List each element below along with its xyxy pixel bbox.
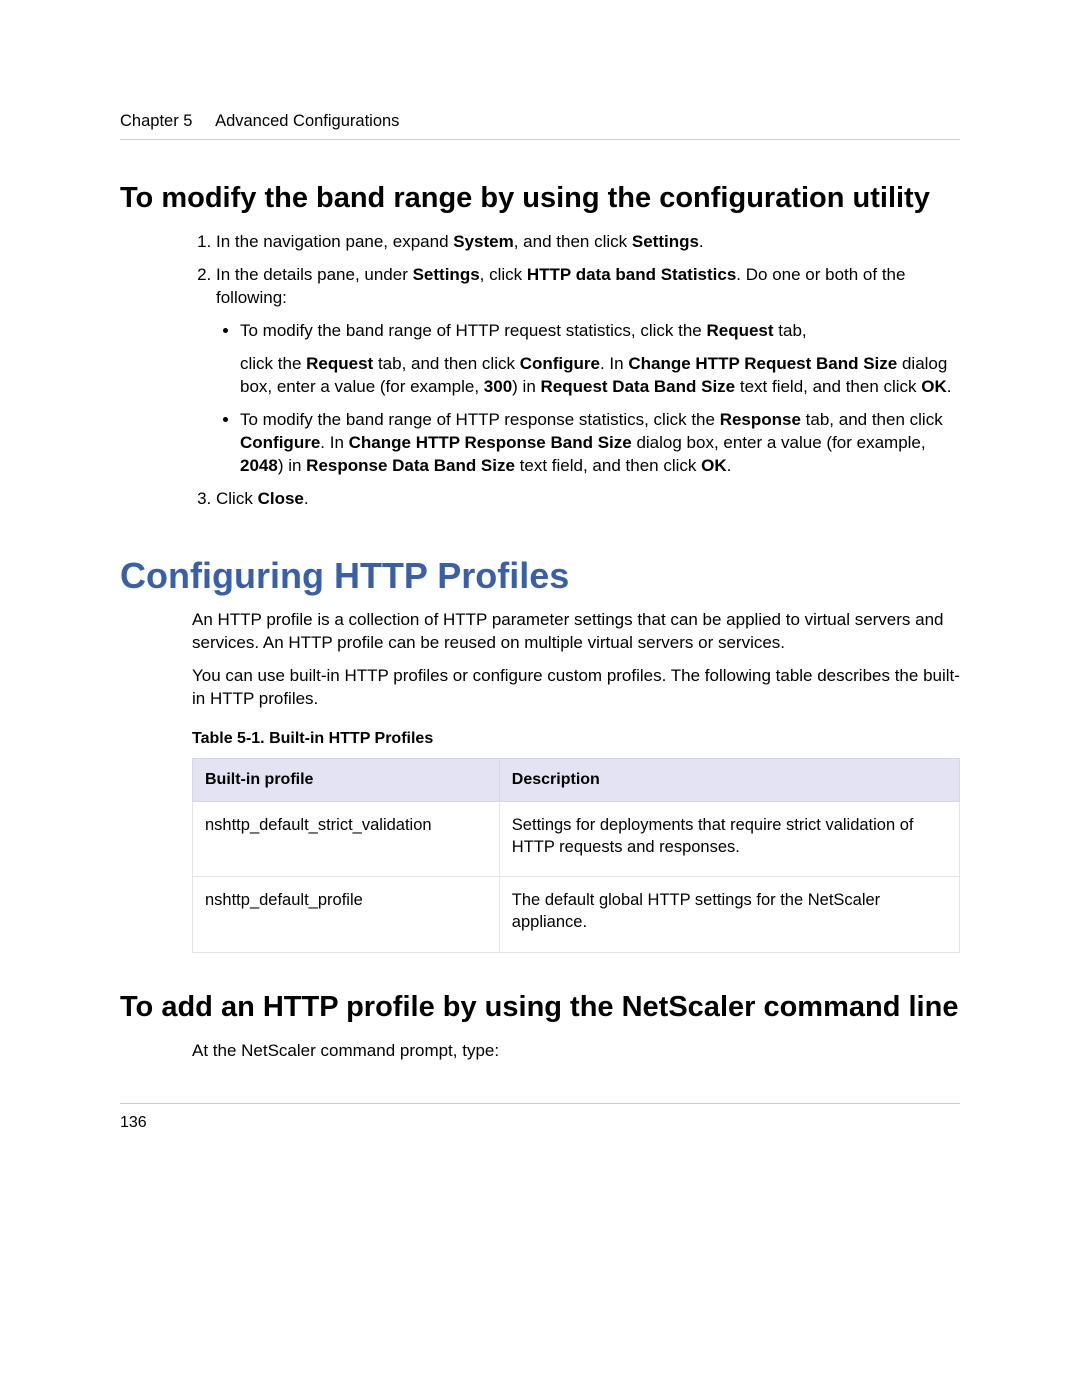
bold-request: Request xyxy=(706,321,773,340)
cell-description: The default global HTTP settings for the… xyxy=(499,877,959,953)
paragraph: You can use built-in HTTP profiles or co… xyxy=(192,665,960,711)
text: . xyxy=(947,377,952,396)
text: tab, xyxy=(774,321,807,340)
document-page: Chapter 5 Advanced Configurations To mod… xyxy=(0,0,1080,1172)
bold-http-data-band: HTTP data band Statistics xyxy=(527,265,736,284)
step-1: In the navigation pane, expand System, a… xyxy=(216,231,960,254)
chapter-title: Advanced Configurations xyxy=(215,112,399,130)
bullet-request: To modify the band range of HTTP request… xyxy=(240,320,960,399)
table-row: nshttp_default_profile The default globa… xyxy=(193,877,960,953)
bold-system: System xyxy=(453,232,513,251)
section2-body: At the NetScaler command prompt, type: xyxy=(192,1040,960,1063)
text: click the xyxy=(240,354,306,373)
text: . In xyxy=(320,433,348,452)
text: dialog box, enter a value (for example, xyxy=(632,433,926,452)
text: . xyxy=(304,489,309,508)
col-description: Description xyxy=(499,759,959,802)
bold-configure: Configure xyxy=(520,354,600,373)
bold-ok: OK xyxy=(921,377,947,396)
builtin-profiles-table: Built-in profile Description nshttp_defa… xyxy=(192,758,960,953)
topic-body: An HTTP profile is a collection of HTTP … xyxy=(192,609,960,953)
chapter-label: Chapter 5 xyxy=(120,112,192,130)
text: , and then click xyxy=(514,232,632,251)
step-2: In the details pane, under Settings, cli… xyxy=(216,264,960,478)
bullet-request-detail: click the Request tab, and then click Co… xyxy=(240,353,960,399)
text: In the navigation pane, expand xyxy=(216,232,453,251)
section-heading-modify-band-range: To modify the band range by using the co… xyxy=(120,182,960,215)
bullet-response: To modify the band range of HTTP respons… xyxy=(240,409,960,478)
text: To modify the band range of HTTP respons… xyxy=(240,410,720,429)
text: Click xyxy=(216,489,258,508)
text: . xyxy=(727,456,732,475)
text: . In xyxy=(600,354,628,373)
table-caption: Table 5-1. Built-in HTTP Profiles xyxy=(192,728,960,750)
running-header: Chapter 5 Advanced Configurations xyxy=(120,112,960,140)
table-header-row: Built-in profile Description xyxy=(193,759,960,802)
section1-body: In the navigation pane, expand System, a… xyxy=(192,231,960,510)
bold-req-data-band-size: Request Data Band Size xyxy=(541,377,736,396)
bold-resp-data-band-size: Response Data Band Size xyxy=(306,456,515,475)
bold-close: Close xyxy=(258,489,304,508)
bold-settings: Settings xyxy=(413,265,480,284)
text: In the details pane, under xyxy=(216,265,413,284)
bold-ok: OK xyxy=(701,456,727,475)
bold-settings: Settings xyxy=(632,232,699,251)
bold-configure: Configure xyxy=(240,433,320,452)
text: . xyxy=(699,232,704,251)
bold-300: 300 xyxy=(484,377,512,396)
text: , click xyxy=(480,265,527,284)
text: text field, and then click xyxy=(735,377,921,396)
steps-list: In the navigation pane, expand System, a… xyxy=(192,231,960,510)
cell-profile-name: nshttp_default_strict_validation xyxy=(193,801,500,877)
text: ) in xyxy=(512,377,540,396)
bold-response: Response xyxy=(720,410,801,429)
bold-2048: 2048 xyxy=(240,456,278,475)
paragraph: An HTTP profile is a collection of HTTP … xyxy=(192,609,960,655)
step-3: Click Close. xyxy=(216,488,960,511)
page-footer: 136 xyxy=(120,1103,960,1132)
topic-heading-configuring-http-profiles: Configuring HTTP Profiles xyxy=(120,555,960,597)
text: tab, and then click xyxy=(801,410,943,429)
text: To modify the band range of HTTP request… xyxy=(240,321,706,340)
cell-description: Settings for deployments that require st… xyxy=(499,801,959,877)
text: text field, and then click xyxy=(515,456,701,475)
paragraph: At the NetScaler command prompt, type: xyxy=(192,1040,960,1063)
bold-change-resp-band: Change HTTP Response Band Size xyxy=(349,433,632,452)
section-heading-add-http-profile-cli: To add an HTTP profile by using the NetS… xyxy=(120,991,960,1024)
text: tab, and then click xyxy=(373,354,519,373)
bold-request: Request xyxy=(306,354,373,373)
sub-bullets: To modify the band range of HTTP request… xyxy=(216,320,960,478)
cell-profile-name: nshttp_default_profile xyxy=(193,877,500,953)
text: ) in xyxy=(278,456,306,475)
bold-change-req-band: Change HTTP Request Band Size xyxy=(628,354,897,373)
col-builtin-profile: Built-in profile xyxy=(193,759,500,802)
table-row: nshttp_default_strict_validation Setting… xyxy=(193,801,960,877)
page-number: 136 xyxy=(120,1114,147,1131)
